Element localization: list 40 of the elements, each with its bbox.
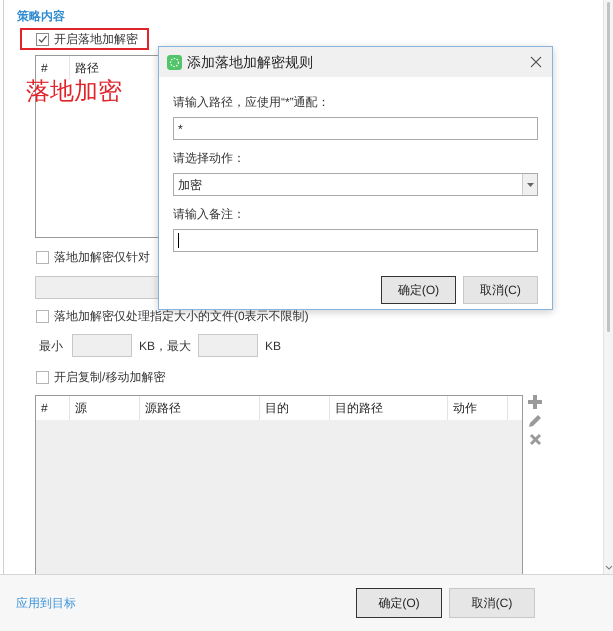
action-dropdown[interactable]: 加密 <box>173 173 538 196</box>
app-icon <box>167 54 182 70</box>
min-size-field[interactable] <box>72 334 132 357</box>
column-header[interactable]: 目的路径 <box>329 396 447 420</box>
checkbox[interactable] <box>36 370 49 384</box>
checkbox-label: 落地加解密仅处理指定大小的文件(0表示不限制) <box>54 308 309 325</box>
field-label: 请选择动作： <box>173 150 246 165</box>
column-header[interactable]: 目的 <box>259 396 329 420</box>
dialog-title: 添加落地加解密规则 <box>187 52 313 72</box>
min-size-label: 最小 <box>39 338 63 354</box>
checkbox-label: 开启复制/移动加解密 <box>54 369 166 386</box>
section-title: 策略内容 <box>17 8 66 25</box>
checkbox[interactable] <box>36 32 49 46</box>
column-header[interactable]: 动作 <box>447 396 507 420</box>
field-label: 请输入路径，应使用“*”通配： <box>173 94 331 109</box>
footer-button[interactable]: 确定(O) <box>356 588 442 618</box>
checkbox-label: 开启落地加解密 <box>54 31 138 48</box>
delete-icon[interactable] <box>528 433 542 446</box>
checkbox[interactable] <box>36 310 49 322</box>
footer-button[interactable]: 取消(C) <box>449 588 535 618</box>
column-header[interactable]: # <box>36 56 70 80</box>
column-header[interactable]: 源路径 <box>139 396 259 420</box>
annotation-label: 落地加密 <box>26 77 122 107</box>
dialog-button[interactable]: 取消(C) <box>463 276 538 304</box>
text-field[interactable]: * <box>173 117 538 140</box>
field-label: 请输入备注： <box>173 206 246 221</box>
checkbox-label: 落地加解密仅针对 <box>54 249 150 266</box>
dropdown-value: 加密 <box>177 176 203 194</box>
text-field[interactable] <box>173 229 538 252</box>
pencil-icon[interactable] <box>528 414 542 428</box>
dialog-button[interactable]: 确定(O) <box>381 276 456 304</box>
max-size-field[interactable] <box>198 334 258 357</box>
column-header[interactable]: # <box>36 396 69 420</box>
close-icon[interactable] <box>530 56 542 68</box>
unit-label: KB <box>265 338 282 354</box>
column-header[interactable]: 源 <box>69 396 139 420</box>
checkbox[interactable] <box>36 250 49 264</box>
add-icon[interactable] <box>528 395 542 409</box>
scrollbar[interactable] <box>603 0 613 574</box>
max-size-label: KB，最大 <box>139 338 192 354</box>
